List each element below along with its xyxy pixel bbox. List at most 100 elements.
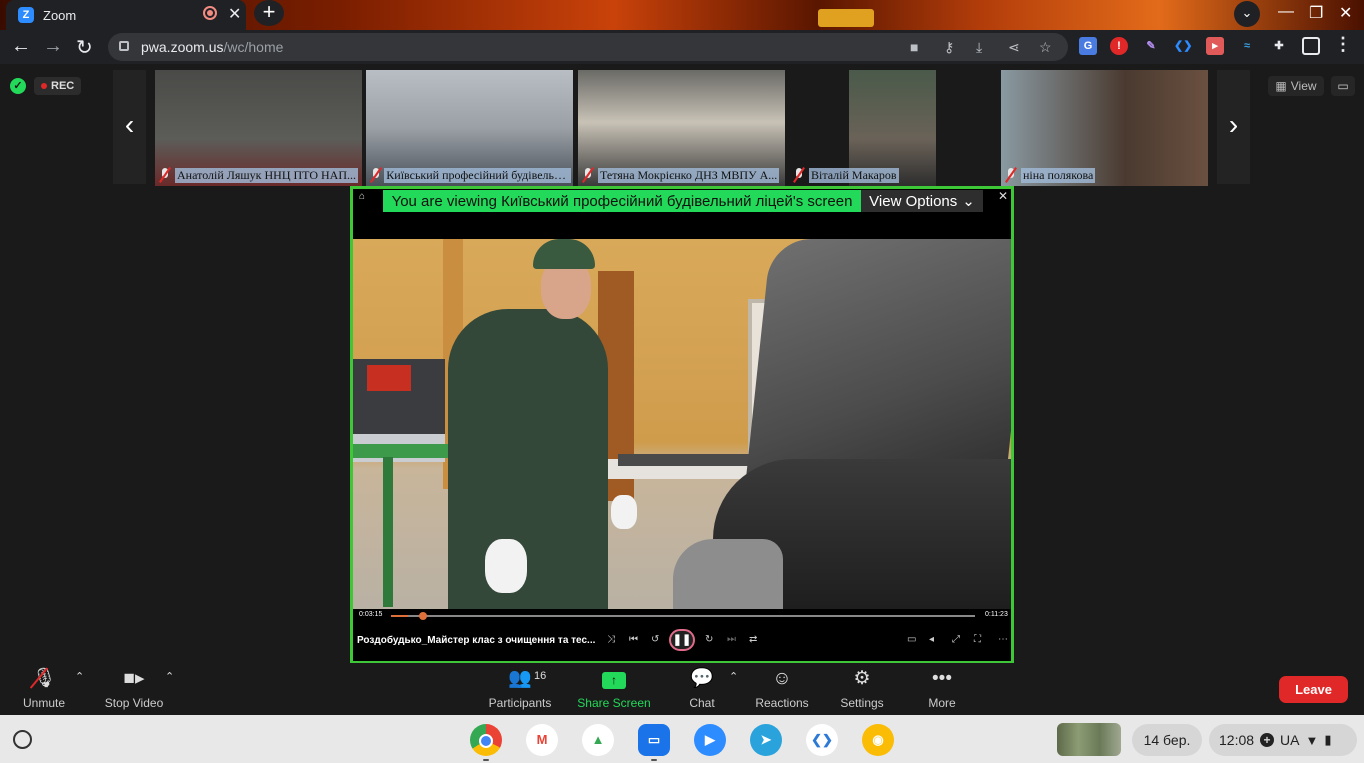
- video-extension-icon[interactable]: ▸: [1206, 37, 1224, 55]
- time-elapsed: 0:03:15: [359, 611, 383, 618]
- wave-icon[interactable]: ≈: [1238, 37, 1256, 55]
- home-icon[interactable]: ⌂: [359, 191, 365, 202]
- menu-kebab-icon[interactable]: ⋮: [1334, 35, 1352, 53]
- camera-icon[interactable]: ■: [910, 39, 918, 55]
- telegram-icon[interactable]: ➤: [750, 724, 782, 756]
- stop-video-button[interactable]: ■▸ Stop Video: [100, 667, 168, 713]
- share-screen-icon: ↑: [574, 667, 654, 691]
- share-icon[interactable]: ⋖: [1008, 39, 1020, 56]
- shared-video-frame[interactable]: [353, 239, 1011, 609]
- share-screen-button[interactable]: ↑ Share Screen: [574, 667, 654, 713]
- progress-bar[interactable]: 0:03:15 0:11:23: [353, 609, 1011, 623]
- volume-icon[interactable]: ◂: [929, 634, 934, 645]
- side-panel-icon[interactable]: [1302, 37, 1320, 55]
- tab-zoom[interactable]: Z Zoom ✕: [6, 0, 246, 30]
- seek-track[interactable]: [391, 612, 975, 620]
- more-dots-icon: •••: [932, 668, 952, 689]
- video-options-caret-icon[interactable]: ⌃: [165, 670, 174, 683]
- pause-button[interactable]: ❚❚: [669, 629, 695, 651]
- participant-tile[interactable]: Київський професійний будівельний л...: [366, 70, 573, 186]
- previous-icon[interactable]: ⏮: [629, 634, 638, 645]
- running-indicator: [483, 759, 489, 761]
- mic-muted-icon: [580, 167, 596, 183]
- layout-toggle-button[interactable]: ▭: [1331, 76, 1355, 96]
- chat-button[interactable]: 💬 Chat: [680, 667, 724, 713]
- new-tab-button[interactable]: +: [254, 0, 284, 26]
- shield-icon[interactable]: ✓: [10, 78, 26, 94]
- video-camera-icon: ■▸: [123, 668, 145, 689]
- gallery-next-button[interactable]: ›: [1217, 70, 1250, 184]
- recording-badge[interactable]: REC: [34, 77, 81, 95]
- zoom-meeting: ✓ REC ‹ › Анатолій Ляшук ННЦ ПТО НАП... …: [0, 64, 1364, 715]
- participant-tile[interactable]: Анатолій Ляшук ННЦ ПТО НАП...: [155, 70, 362, 186]
- tab-search-button[interactable]: ⌄: [1234, 1, 1260, 27]
- view-options-button[interactable]: View Options ⌄: [861, 190, 983, 212]
- address-bar[interactable]: pwa.zoom.us/wc/home ■ ⚷ ⤓ ⋖ ☆: [108, 33, 1068, 61]
- browser-tab-strip: Z Zoom ✕ + ⌄ — ❐ ✕: [0, 0, 1364, 30]
- chat-options-caret-icon[interactable]: ⌃: [729, 670, 738, 683]
- clock: 12:08: [1219, 732, 1255, 748]
- red-extension-icon[interactable]: !: [1110, 37, 1128, 55]
- tote-thumbnail[interactable]: [1057, 723, 1121, 756]
- key-icon[interactable]: ⚷: [944, 39, 954, 56]
- close-icon[interactable]: ✕: [998, 189, 1008, 203]
- gallery-prev-button[interactable]: ‹: [113, 70, 146, 184]
- rewind-icon[interactable]: ↺: [651, 634, 659, 645]
- gmail-icon[interactable]: M: [526, 724, 558, 756]
- audio-options-caret-icon[interactable]: ⌃: [75, 670, 84, 683]
- miniplayer-icon[interactable]: ▭: [907, 634, 916, 645]
- seek-knob[interactable]: [418, 612, 427, 620]
- tab-close-icon[interactable]: ✕: [228, 4, 241, 24]
- participant-name-tag: Анатолій Ляшук ННЦ ПТО НАП...: [155, 166, 359, 184]
- google-drive-icon[interactable]: ▲: [582, 724, 614, 756]
- participant-tile[interactable]: Тетяна Мокрієнко ДНЗ МВПУ А...: [578, 70, 785, 186]
- stop-video-label: Stop Video: [104, 696, 164, 710]
- restore-icon[interactable]: ❐: [1309, 3, 1323, 23]
- status-tray[interactable]: 12:08 + UA ▼ ▮: [1209, 724, 1357, 756]
- more-button[interactable]: ••• More: [920, 667, 964, 713]
- unmute-button[interactable]: 🎙 Unmute: [14, 667, 74, 713]
- launcher-icon[interactable]: [13, 730, 32, 749]
- next-icon[interactable]: ⏭: [727, 634, 736, 645]
- view-button[interactable]: ▦ View: [1268, 76, 1324, 96]
- date-tray[interactable]: 14 бер.: [1132, 724, 1202, 756]
- leave-button[interactable]: Leave: [1279, 676, 1348, 703]
- mic-muted-icon: [157, 167, 173, 183]
- participant-name-tag: Віталій Макаров: [789, 166, 899, 184]
- translate-icon[interactable]: G: [1079, 37, 1097, 55]
- vscode-app-icon[interactable]: ❮❯: [806, 724, 838, 756]
- google-keep-icon[interactable]: ◉: [862, 724, 894, 756]
- theme-logo: [818, 9, 874, 27]
- more-options-icon[interactable]: ⋯: [998, 634, 1008, 645]
- minimize-icon[interactable]: —: [1278, 3, 1294, 21]
- vscode-icon[interactable]: ❮❯: [1174, 37, 1192, 55]
- settings-button[interactable]: ⚙ Settings: [836, 667, 888, 713]
- repeat-icon[interactable]: ⇄: [749, 634, 757, 645]
- participant-tile[interactable]: Віталій Макаров: [789, 70, 996, 186]
- video-title: Роздобудько_Майстер клас з очищення та т…: [357, 635, 595, 646]
- participant-name-tag: ніна полякова: [1001, 166, 1096, 184]
- fullscreen-icon[interactable]: ⛶: [974, 634, 981, 645]
- shuffle-icon[interactable]: ⤨: [607, 634, 615, 645]
- lock-icon: [119, 41, 129, 51]
- screen-share-area: ⌂ You are viewing Київський професійний …: [350, 186, 1014, 664]
- close-window-icon[interactable]: ✕: [1339, 3, 1352, 23]
- participants-count: 16: [534, 670, 547, 682]
- running-indicator: [651, 759, 657, 761]
- zoom-app-icon[interactable]: ▶: [694, 724, 726, 756]
- recording-indicator-icon: [203, 6, 217, 20]
- reload-icon[interactable]: ↻: [76, 35, 93, 60]
- feather-icon[interactable]: ✎: [1142, 37, 1160, 55]
- puzzle-icon[interactable]: ✚: [1270, 37, 1288, 55]
- chrome-icon[interactable]: [470, 724, 502, 756]
- participant-tile[interactable]: ніна полякова: [1001, 70, 1208, 186]
- chat-icon: 💬: [690, 668, 714, 689]
- install-icon[interactable]: ⤓: [976, 39, 982, 56]
- reactions-button[interactable]: ☺ Reactions: [750, 667, 814, 713]
- files-icon[interactable]: ▭: [638, 724, 670, 756]
- forward-icon[interactable]: →: [43, 35, 63, 58]
- expand-icon[interactable]: ⤢: [952, 634, 960, 645]
- bookmark-star-icon[interactable]: ☆: [1039, 39, 1052, 56]
- forward-icon[interactable]: ↻: [705, 634, 713, 645]
- back-icon[interactable]: ←: [11, 35, 31, 58]
